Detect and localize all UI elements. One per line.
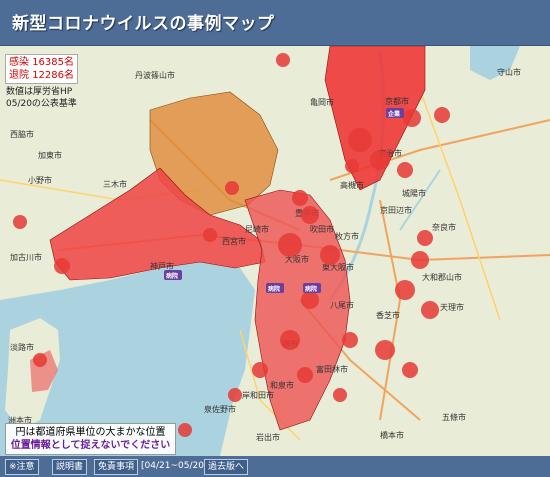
place-label: 天理市 (440, 302, 464, 312)
company-tag: 企業 (387, 110, 401, 118)
place-label: 岩出市 (256, 432, 280, 442)
source-line-1: 数値は厚労省HP (6, 87, 73, 97)
place-label: 西脇市 (10, 129, 34, 139)
place-label: 亀岡市 (310, 97, 334, 107)
note-line-2: 位置情報として捉えないでください (10, 440, 171, 451)
place-label: 吹田市 (310, 224, 334, 234)
place-label: 八尾市 (330, 300, 354, 310)
place-label: 丹波篠山市 (135, 70, 175, 80)
discharged-label: 退院 (9, 70, 29, 81)
past-version-button[interactable]: 過去版へ (204, 459, 249, 475)
place-label: 加東市 (38, 150, 62, 160)
map-canvas[interactable]: 丹波篠山市 亀岡市 京都市 守山市 西脇市 加東市 小野市 三木市 加古川市 神… (0, 46, 550, 456)
caution-button[interactable]: ※注意 (5, 459, 39, 475)
place-label: 五條市 (442, 412, 466, 422)
map-disclaimer-note: 円は都道府県単位の大まかな位置 位置情報として捉えないでください (5, 423, 176, 455)
place-label: 尼崎市 (245, 224, 269, 234)
place-label: 加古川市 (10, 252, 42, 262)
hospital-tag: 病院 (268, 285, 280, 293)
place-label: 神戸市 (150, 261, 174, 271)
place-label: 小野市 (28, 175, 52, 185)
map-view[interactable]: 丹波篠山市 亀岡市 京都市 守山市 西脇市 加東市 小野市 三木市 加古川市 神… (0, 46, 550, 456)
place-label: 富田林市 (316, 364, 348, 374)
source-line-2: 05/20の公表基準 (6, 99, 77, 109)
hospital-tag: 病院 (166, 272, 178, 280)
place-label: 岸和田市 (242, 390, 274, 400)
source-note: 数値は厚労省HP 05/20の公表基準 (6, 86, 77, 110)
app-header: 新型コロナウイルスの事例マップ (0, 0, 550, 46)
date-range: [04/21~05/20] (141, 461, 208, 471)
place-label: 香芝市 (376, 310, 400, 320)
place-label: 城陽市 (402, 188, 426, 198)
place-label: 泉佐野市 (204, 404, 236, 414)
place-label: 枚方市 (335, 231, 359, 241)
place-label: 和泉市 (270, 380, 294, 390)
place-label: 橋本市 (380, 430, 404, 440)
footer-bar: ※注意 説明書 免責事項 [04/21~05/20] 過去版へ (0, 456, 550, 477)
manual-button[interactable]: 説明書 (52, 459, 88, 475)
place-label: 京都市 (385, 96, 409, 106)
hospital-tag: 病院 (305, 285, 317, 293)
page-title: 新型コロナウイルスの事例マップ (12, 14, 275, 34)
place-label: 淡路市 (10, 342, 34, 352)
stats-box: 感染 16385名 退院 12286名 (5, 54, 78, 84)
place-label: 守山市 (497, 67, 521, 77)
place-label: 三木市 (103, 179, 127, 189)
place-label: 奈良市 (432, 222, 456, 232)
place-label: 大和郡山市 (422, 272, 462, 282)
disclaimer-button[interactable]: 免責事項 (94, 459, 139, 475)
discharged-value: 12286名 (32, 70, 74, 81)
infected-value: 16385名 (32, 57, 74, 68)
place-label: 高槻市 (340, 180, 364, 190)
place-label: 京田辺市 (380, 205, 412, 215)
infected-label: 感染 (9, 57, 29, 68)
place-label: 西宮市 (222, 236, 246, 246)
note-line-1: 円は都道府県単位の大まかな位置 (15, 427, 166, 438)
